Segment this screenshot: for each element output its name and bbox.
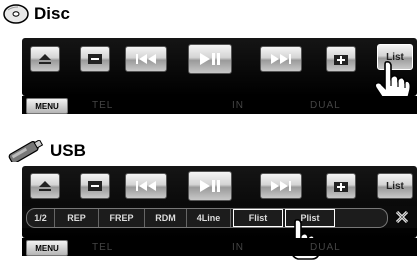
usb-control-panel: List 1/2 REP FREP RDM 4Line Flist Plist: [22, 166, 417, 238]
tab-rdm[interactable]: RDM: [145, 209, 187, 227]
dual-indicator: DUAL: [310, 242, 341, 253]
disc-control-panel: List: [22, 38, 417, 96]
list-button[interactable]: List: [377, 173, 413, 199]
skip-back-icon: [136, 54, 156, 64]
skip-forward-button[interactable]: [260, 46, 302, 72]
folder-minus-icon: [88, 181, 102, 191]
tel-indicator: TEL: [92, 100, 114, 111]
skip-back-button[interactable]: [125, 46, 167, 72]
play-pause-button[interactable]: [188, 171, 232, 201]
usb-title: USB: [50, 141, 86, 160]
menu-button[interactable]: MENU: [26, 240, 68, 256]
play-pause-button[interactable]: [188, 44, 232, 74]
function-tab-bar: 1/2 REP FREP RDM 4Line Flist Plist: [22, 206, 417, 228]
folder-minus-icon: [88, 54, 102, 64]
tab-flist[interactable]: Flist: [233, 209, 283, 227]
usb-section-title: USB: [2, 140, 86, 162]
menu-button[interactable]: MENU: [26, 98, 68, 114]
close-icon[interactable]: [394, 209, 410, 225]
list-button-label: List: [386, 180, 404, 192]
tab-rep[interactable]: REP: [55, 209, 99, 227]
eject-icon: [39, 54, 51, 64]
dual-indicator: DUAL: [310, 100, 341, 111]
folder-up-button[interactable]: [326, 173, 356, 199]
eject-button[interactable]: [30, 173, 60, 199]
skip-back-icon: [136, 181, 156, 191]
tab-4line[interactable]: 4Line: [187, 209, 231, 227]
in-indicator: IN: [232, 100, 244, 111]
play-pause-icon: [200, 53, 220, 65]
folder-plus-icon: [334, 54, 348, 65]
disc-icon: [3, 4, 29, 24]
skip-forward-icon: [271, 54, 291, 64]
usb-status-bar: MENU TEL IN DUAL: [22, 238, 417, 256]
folder-down-button[interactable]: [80, 46, 110, 72]
in-indicator: IN: [232, 242, 244, 253]
skip-forward-button[interactable]: [260, 173, 302, 199]
usb-stick-icon: [8, 140, 44, 162]
function-tabs: 1/2 REP FREP RDM 4Line Flist Plist: [26, 208, 388, 228]
tel-indicator: TEL: [92, 242, 114, 253]
folder-up-button[interactable]: [326, 46, 356, 72]
skip-forward-icon: [271, 181, 291, 191]
play-pause-icon: [200, 180, 220, 192]
eject-icon: [39, 181, 51, 191]
tab-frep[interactable]: FREP: [99, 209, 145, 227]
disc-title: Disc: [34, 4, 70, 23]
disc-section-title: Disc: [2, 2, 70, 26]
skip-back-button[interactable]: [125, 173, 167, 199]
disc-status-bar: MENU TEL IN DUAL: [22, 96, 417, 114]
folder-down-button[interactable]: [80, 173, 110, 199]
folder-plus-icon: [334, 181, 348, 192]
tab-page[interactable]: 1/2: [27, 209, 55, 227]
eject-button[interactable]: [30, 46, 60, 72]
